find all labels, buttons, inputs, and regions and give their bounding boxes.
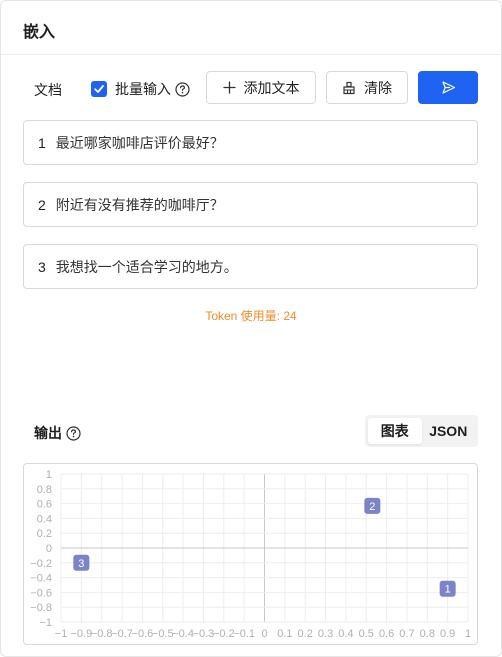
- output-title: 输出: [34, 423, 81, 443]
- y-tick-label: −0.2: [30, 558, 52, 570]
- y-tick-label: −0.4: [30, 573, 52, 585]
- x-tick-label: 0.8: [420, 628, 435, 640]
- data-point-label: 1: [445, 584, 451, 596]
- page-title: 嵌入: [23, 24, 56, 41]
- data-point-label: 3: [78, 558, 84, 570]
- x-tick-label: −1: [55, 628, 68, 640]
- x-tick-label: 0.9: [440, 628, 455, 640]
- x-tick-label: −0.1: [233, 628, 255, 640]
- y-tick-label: 0.8: [37, 484, 52, 496]
- clear-button[interactable]: 清除: [326, 71, 408, 104]
- input-text: 最近哪家咖啡店评价最好？: [55, 134, 224, 151]
- send-icon: [441, 80, 456, 95]
- x-tick-label: 0.3: [318, 628, 333, 640]
- x-tick-label: −0.4: [172, 628, 194, 640]
- token-usage: Token 使用量: 24: [205, 309, 297, 323]
- input-index: 3: [38, 258, 46, 275]
- input-index: 1: [38, 134, 46, 151]
- document-label: 文档: [34, 82, 62, 98]
- text-input-1[interactable]: 1 最近哪家咖啡店评价最好？: [23, 120, 478, 165]
- y-tick-label: 0.2: [37, 528, 52, 540]
- text-input-3[interactable]: 3 我想找一个适合学习的地方。: [23, 244, 478, 289]
- x-tick-label: −0.9: [70, 628, 92, 640]
- clear-label: 清除: [364, 79, 392, 96]
- y-tick-label: −1: [39, 617, 52, 629]
- tab-chart[interactable]: 图表: [368, 418, 422, 444]
- x-tick-label: 0.4: [338, 628, 353, 640]
- y-tick-label: −0.6: [30, 587, 52, 599]
- check-icon[interactable]: [91, 81, 107, 97]
- x-tick-label: 0: [261, 628, 267, 640]
- scatter-chart: −1 −0.9 −0.8 −0.7 −0.6 −0.5 −0.4 −0.3 −0.2 −0.1 0 0…: [23, 463, 478, 645]
- add-text-label: 添加文本: [243, 79, 300, 96]
- plus-icon: [222, 81, 236, 94]
- x-tick-label: 1: [465, 628, 471, 640]
- output-view-toggle: 图表 JSON: [365, 415, 478, 447]
- x-tick-label: −0.5: [152, 628, 174, 640]
- x-tick-label: −0.7: [111, 628, 133, 640]
- send-button[interactable]: [418, 71, 478, 104]
- input-text: 附近有没有推荐的咖啡厅？: [55, 196, 224, 213]
- x-tick-label: 0.7: [399, 628, 414, 640]
- x-tick-label: −0.8: [91, 628, 113, 640]
- help-circle-icon[interactable]: [66, 425, 81, 441]
- x-tick-label: −0.3: [193, 628, 215, 640]
- x-tick-label: 0.1: [277, 628, 292, 640]
- x-tick-label: −0.2: [213, 628, 235, 640]
- output-label: 输出: [34, 425, 62, 441]
- scatter-chart-svg: −1 −0.9−0.8−0.7−0.6−0.5−0.4−0.3−0.2−0.1 0 0…: [30, 469, 471, 640]
- input-index: 2: [38, 196, 46, 213]
- tab-json[interactable]: JSON: [422, 418, 476, 444]
- y-tick-label: 0: [46, 543, 52, 555]
- y-tick-label: 0.6: [37, 499, 52, 511]
- input-text: 我想找一个适合学习的地方。: [55, 258, 238, 275]
- panel-header: 嵌入: [1, 1, 501, 55]
- help-circle-icon[interactable]: [175, 81, 190, 97]
- embedding-panel: 嵌入 文档 批量输入 添加文本 清除 1 最近哪家咖啡店评价最好？ 2 附近有没…: [0, 0, 502, 657]
- y-tick-label: 0.4: [37, 513, 52, 525]
- batch-input-label: 批量输入: [115, 81, 171, 97]
- document-toolbar: 文档 批量输入 添加文本 清除: [1, 71, 501, 105]
- x-tick-label: 0.5: [359, 628, 374, 640]
- add-text-button[interactable]: 添加文本: [206, 71, 316, 104]
- y-tick-label: 1: [46, 469, 52, 481]
- x-tick-label: 0.6: [379, 628, 394, 640]
- data-point-label: 2: [369, 501, 375, 513]
- broom-icon: [342, 81, 356, 95]
- batch-input-checkbox[interactable]: 批量输入: [91, 79, 190, 99]
- text-input-2[interactable]: 2 附近有没有推荐的咖啡厅？: [23, 182, 478, 227]
- x-tick-label: −0.6: [132, 628, 154, 640]
- y-tick-label: −0.8: [30, 602, 52, 614]
- x-tick-label: 0.2: [298, 628, 313, 640]
